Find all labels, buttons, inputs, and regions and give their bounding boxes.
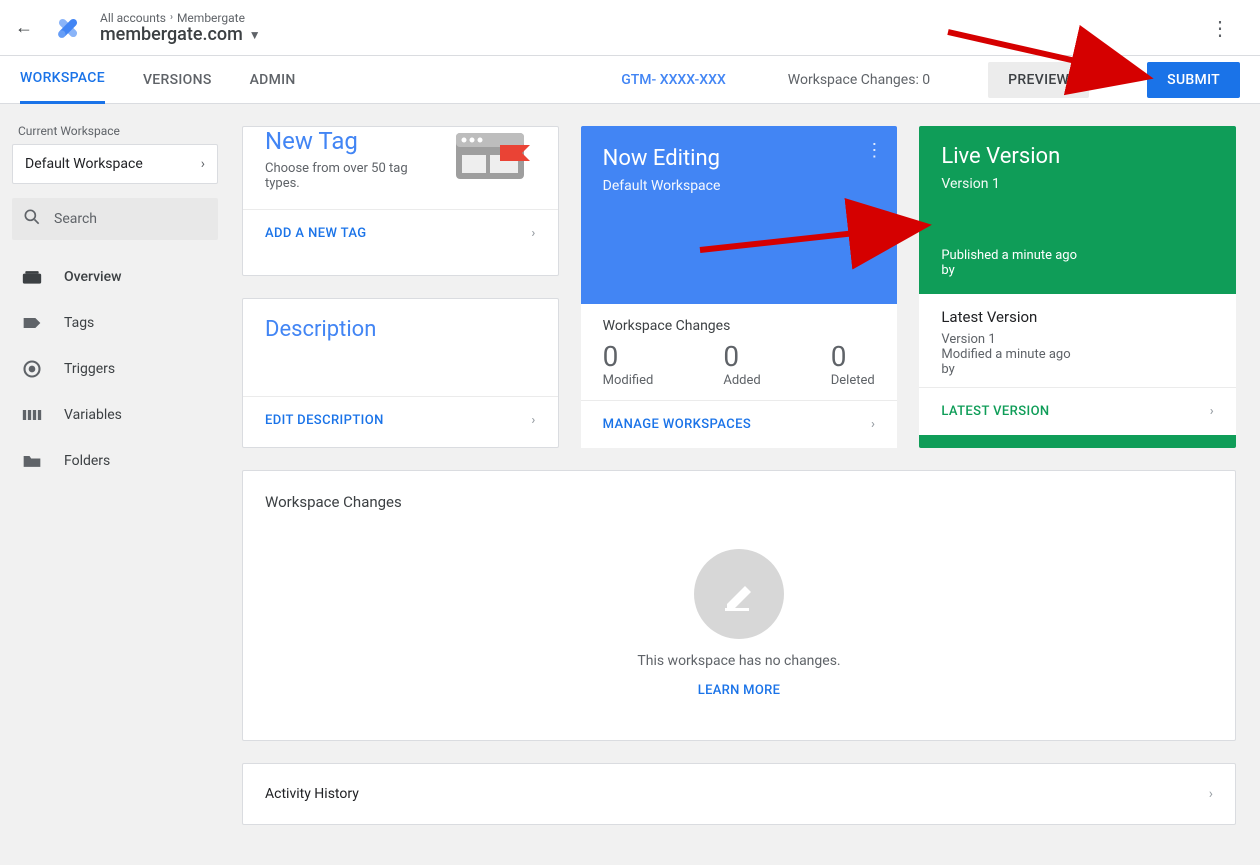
manage-workspaces-action[interactable]: MANAGE WORKSPACES ›	[581, 400, 898, 448]
preview-button[interactable]: PREVIEW	[988, 62, 1089, 98]
latest-version-title: Latest Version	[941, 308, 1214, 326]
chevron-right-icon: ›	[1210, 404, 1214, 419]
latest-version-by: by	[941, 362, 1214, 377]
empty-message: This workspace has no changes.	[637, 653, 840, 669]
current-workspace-label: Current Workspace	[12, 116, 218, 144]
container-selector[interactable]: membergate.com ▼	[100, 26, 261, 44]
content: New Tag Choose from over 50 tag types.	[230, 104, 1260, 865]
nav-label: Triggers	[64, 361, 115, 377]
card-menu-button[interactable]: ⋮	[865, 140, 883, 161]
app-header: ← All accounts › Membergate membergate.c…	[0, 0, 1260, 56]
action-label: EDIT DESCRIPTION	[265, 413, 384, 428]
gtm-logo	[52, 12, 84, 44]
action-label: ADD A NEW TAG	[265, 226, 367, 241]
nav-variables[interactable]: Variables	[12, 392, 218, 438]
activity-history-row[interactable]: Activity History ›	[242, 763, 1236, 825]
nav-label: Folders	[64, 453, 110, 469]
breadcrumb-root[interactable]: All accounts	[100, 12, 166, 24]
stat-num: 0	[603, 340, 654, 373]
breadcrumb[interactable]: All accounts › Membergate	[100, 12, 261, 24]
now-editing-sub: Default Workspace	[603, 178, 876, 194]
more-menu-button[interactable]: ⋮	[1202, 8, 1238, 48]
nav-label: Variables	[64, 407, 122, 423]
chevron-right-icon: ›	[170, 13, 173, 23]
stat-added: 0 Added	[723, 340, 760, 388]
published-text: Published a minute ago	[941, 248, 1214, 263]
stat-label: Added	[723, 373, 760, 388]
workspace-changes-panel: Workspace Changes This workspace has no …	[242, 470, 1236, 741]
latest-version-modified: Modified a minute ago	[941, 347, 1214, 362]
search-input[interactable]: Search	[12, 198, 218, 240]
now-editing-title: Now Editing	[603, 146, 876, 172]
sub-nav: WORKSPACE VERSIONS ADMIN GTM- XXXX-XXX W…	[0, 56, 1260, 104]
chevron-right-icon: ›	[1209, 786, 1213, 802]
new-tag-card: New Tag Choose from over 50 tag types.	[242, 126, 559, 276]
latest-version-action[interactable]: LATEST VERSION ›	[919, 387, 1236, 435]
action-label: MANAGE WORKSPACES	[603, 417, 751, 432]
empty-state-icon	[694, 549, 784, 639]
learn-more-link[interactable]: LEARN MORE	[698, 683, 780, 698]
nav-label: Tags	[64, 315, 94, 331]
stat-label: Modified	[603, 373, 654, 388]
gtm-id[interactable]: GTM- XXXX-XXX	[621, 72, 726, 88]
caret-down-icon: ▼	[249, 29, 261, 41]
tab-admin[interactable]: ADMIN	[250, 56, 296, 104]
new-tag-illustration	[450, 127, 536, 185]
live-title: Live Version	[941, 144, 1214, 170]
activity-title: Activity History	[265, 786, 359, 802]
search-placeholder: Search	[54, 211, 97, 227]
now-editing-card: ⋮ Now Editing Default Workspace Workspac…	[581, 126, 898, 448]
variable-icon	[20, 408, 44, 422]
container-name: membergate.com	[100, 26, 243, 44]
workspace-name: Default Workspace	[25, 156, 143, 172]
workspace-changes-title: Workspace Changes	[265, 493, 1213, 511]
folder-icon	[20, 453, 44, 469]
stat-deleted: 0 Deleted	[831, 340, 875, 388]
chevron-right-icon: ›	[531, 413, 535, 428]
description-card: Description EDIT DESCRIPTION ›	[242, 298, 559, 448]
tag-icon	[20, 316, 44, 330]
nav-overview[interactable]: Overview	[12, 254, 218, 300]
live-sub: Version 1	[941, 176, 1214, 192]
trigger-icon	[20, 359, 44, 379]
tab-versions[interactable]: VERSIONS	[143, 56, 212, 104]
stats-title: Workspace Changes	[603, 318, 876, 334]
stat-num: 0	[723, 340, 760, 373]
edit-description-action[interactable]: EDIT DESCRIPTION ›	[243, 396, 558, 444]
chevron-right-icon: ›	[201, 156, 205, 172]
nav-label: Overview	[64, 269, 121, 285]
submit-button[interactable]: SUBMIT	[1147, 62, 1240, 98]
workspace-selector[interactable]: Default Workspace ›	[12, 144, 218, 184]
latest-version-ver: Version 1	[941, 332, 1214, 347]
tab-workspace[interactable]: WORKSPACE	[20, 56, 105, 104]
stat-modified: 0 Modified	[603, 340, 654, 388]
workspace-changes-count: Workspace Changes: 0	[788, 72, 930, 88]
action-label: LATEST VERSION	[941, 404, 1049, 419]
published-by: by	[941, 263, 1214, 278]
nav-folders[interactable]: Folders	[12, 438, 218, 484]
stat-label: Deleted	[831, 373, 875, 388]
nav-triggers[interactable]: Triggers	[12, 346, 218, 392]
nav-tags[interactable]: Tags	[12, 300, 218, 346]
add-new-tag-action[interactable]: ADD A NEW TAG ›	[243, 209, 558, 257]
chevron-right-icon: ›	[871, 417, 875, 432]
live-version-card: Live Version Version 1 Published a minut…	[919, 126, 1236, 448]
search-icon	[22, 207, 42, 231]
back-button[interactable]: ←	[12, 17, 36, 38]
new-tag-title: New Tag	[265, 127, 436, 155]
chevron-right-icon: ›	[531, 226, 535, 241]
new-tag-sub: Choose from over 50 tag types.	[265, 161, 436, 191]
breadcrumb-leaf[interactable]: Membergate	[177, 12, 245, 24]
overview-icon	[20, 269, 44, 285]
description-title: Description	[265, 317, 536, 343]
sidebar: Current Workspace Default Workspace › Se…	[0, 104, 230, 865]
stat-num: 0	[831, 340, 875, 373]
